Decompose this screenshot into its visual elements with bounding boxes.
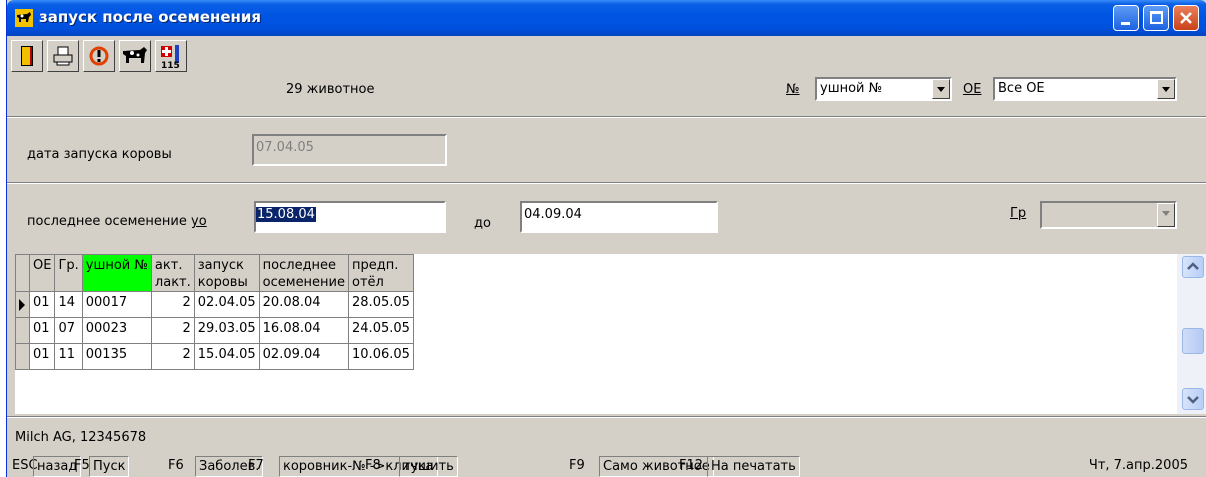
fkey-label[interactable]: На печатать <box>707 456 800 477</box>
table-cell[interactable]: 01 <box>28 291 56 318</box>
close-button[interactable] <box>1173 5 1199 31</box>
chevron-down-icon <box>1187 396 1199 404</box>
chevron-up-icon <box>1187 262 1199 270</box>
table-cell[interactable]: 11 <box>54 343 83 370</box>
title-bar: запуск после осеменения <box>7 0 1206 36</box>
column-header[interactable]: акт. лакт. <box>150 254 195 292</box>
column-header[interactable]: запуск коровы <box>193 254 260 292</box>
table-cell[interactable]: 00135 <box>81 343 152 370</box>
row-indicator[interactable] <box>15 317 30 344</box>
table-cell[interactable]: 29.03.05 <box>193 317 260 344</box>
app-window: запуск после осеменения 115 29 животное … <box>6 0 1206 477</box>
fkey-f8[interactable]: F8 <box>362 456 384 477</box>
insemination-to-field[interactable]: 04.09.04 <box>520 201 718 233</box>
chevron-down-icon[interactable] <box>932 79 950 99</box>
table-cell[interactable]: 2 <box>150 291 195 318</box>
scroll-down-button[interactable] <box>1182 388 1204 410</box>
table-cell[interactable]: 14 <box>54 291 83 318</box>
table-cell[interactable]: 02.04.05 <box>193 291 260 318</box>
column-header[interactable]: ОЕ <box>28 254 56 292</box>
printer-icon <box>53 46 73 66</box>
table-cell[interactable]: 24.05.05 <box>348 317 414 344</box>
cow-launch-date-label: дата запуска коровы <box>27 147 172 162</box>
maximize-button[interactable] <box>1143 5 1169 31</box>
close-icon <box>1180 12 1192 24</box>
number-label: № <box>786 82 800 97</box>
column-header[interactable]: последнее осеменение <box>258 254 350 292</box>
table-row[interactable]: 01 11 00135 2 15.04.05 02.09.04 10.06.05 <box>15 343 414 370</box>
scroll-up-button[interactable] <box>1182 256 1204 278</box>
fkey-f6[interactable]: F6 <box>165 456 187 477</box>
table-cell[interactable]: 2 <box>150 317 195 344</box>
exit-button[interactable] <box>11 40 43 72</box>
table-row[interactable]: 01 14 00017 2 02.04.05 20.08.04 28.05.05 <box>15 291 414 318</box>
row-indicator-header <box>15 254 30 292</box>
fkey-f7[interactable]: F7 <box>245 456 267 477</box>
insemination-from-value: 15.08.04 <box>256 207 316 222</box>
animal-count: 29 животное <box>286 82 375 97</box>
fkey-label[interactable]: тушить <box>399 456 458 477</box>
exit-door-icon <box>21 46 33 66</box>
table-cell[interactable]: 01 <box>28 343 56 370</box>
animal-button[interactable] <box>119 40 151 72</box>
refresh-button[interactable] <box>83 40 115 72</box>
group-label: Гр <box>1010 206 1027 221</box>
to-label: до <box>474 216 491 231</box>
column-header[interactable]: Гр. <box>54 254 83 292</box>
grid-table: ОЕ Гр. ушной № акт. лакт. запуск коровы последн… <box>15 254 414 370</box>
medical-kit-icon: 115 <box>161 45 180 71</box>
table-cell[interactable]: 10.06.05 <box>348 343 414 370</box>
insemination-from-field[interactable]: 15.08.04 <box>254 201 446 233</box>
chevron-down-icon[interactable] <box>1157 203 1175 227</box>
chevron-down-icon[interactable] <box>1157 79 1175 99</box>
company-info: Milch AG, 12345678 <box>15 430 147 445</box>
fkey-f9[interactable]: F9 <box>566 456 588 477</box>
table-cell[interactable]: 2 <box>150 343 195 370</box>
minimize-button[interactable] <box>1113 5 1139 31</box>
cow-launch-date-value: 07.04.05 <box>256 140 314 155</box>
number-select-value: ушной № <box>820 81 883 96</box>
current-row-arrow-icon <box>19 299 25 311</box>
fkey-label[interactable]: Пуск <box>89 456 130 477</box>
table-cell[interactable]: 00023 <box>81 317 152 344</box>
column-header[interactable]: ушной № <box>81 254 152 292</box>
table-cell[interactable]: 01 <box>28 317 56 344</box>
oe-select-value: Все ОЕ <box>998 81 1045 96</box>
table-cell[interactable]: 02.09.04 <box>258 343 350 370</box>
refresh-icon <box>89 46 109 66</box>
fkey-f12[interactable]: F12 <box>676 456 706 477</box>
function-key-bar: ESC назад F5 Пуск F6 Заболев. F7 коровник-№ ->к… <box>7 456 1206 477</box>
table-cell[interactable]: 15.04.05 <box>193 343 260 370</box>
table-row[interactable]: 01 07 00023 2 29.03.05 16.08.04 24.05.05 <box>15 317 414 344</box>
row-indicator[interactable] <box>15 343 30 370</box>
status-date: Чт, 7.апр.2005 <box>1088 458 1188 473</box>
medical-button[interactable]: 115 <box>155 40 187 72</box>
print-button[interactable] <box>47 40 79 72</box>
group-select[interactable] <box>1040 201 1177 229</box>
oe-label: ОЕ <box>963 82 982 97</box>
oe-select[interactable]: Все ОЕ <box>993 77 1177 101</box>
separator <box>7 416 1206 418</box>
separator <box>7 182 1206 184</box>
cow-app-icon <box>15 9 33 27</box>
table-cell[interactable]: 07 <box>54 317 83 344</box>
cow-icon <box>123 47 147 63</box>
table-cell[interactable]: 20.08.04 <box>258 291 350 318</box>
row-indicator[interactable] <box>15 291 30 318</box>
insemination-to-value: 04.09.04 <box>524 207 582 222</box>
table-cell[interactable]: 00017 <box>81 291 152 318</box>
table-cell[interactable]: 16.08.04 <box>258 317 350 344</box>
number-select[interactable]: ушной № <box>815 77 952 101</box>
svg-text:115: 115 <box>161 61 180 71</box>
data-grid[interactable]: ОЕ Гр. ушной № акт. лакт. запуск коровы последн… <box>15 254 1206 414</box>
column-header[interactable]: предп. отёл <box>348 254 414 292</box>
last-insemination-label: последнее осеменение уо <box>27 214 207 229</box>
scroll-thumb[interactable] <box>1182 328 1204 354</box>
cow-launch-date-field: 07.04.05 <box>252 134 447 166</box>
vertical-scrollbar[interactable] <box>1177 254 1206 414</box>
window-title: запуск после осеменения <box>39 8 262 26</box>
separator <box>7 116 1206 118</box>
table-cell[interactable]: 28.05.05 <box>348 291 414 318</box>
